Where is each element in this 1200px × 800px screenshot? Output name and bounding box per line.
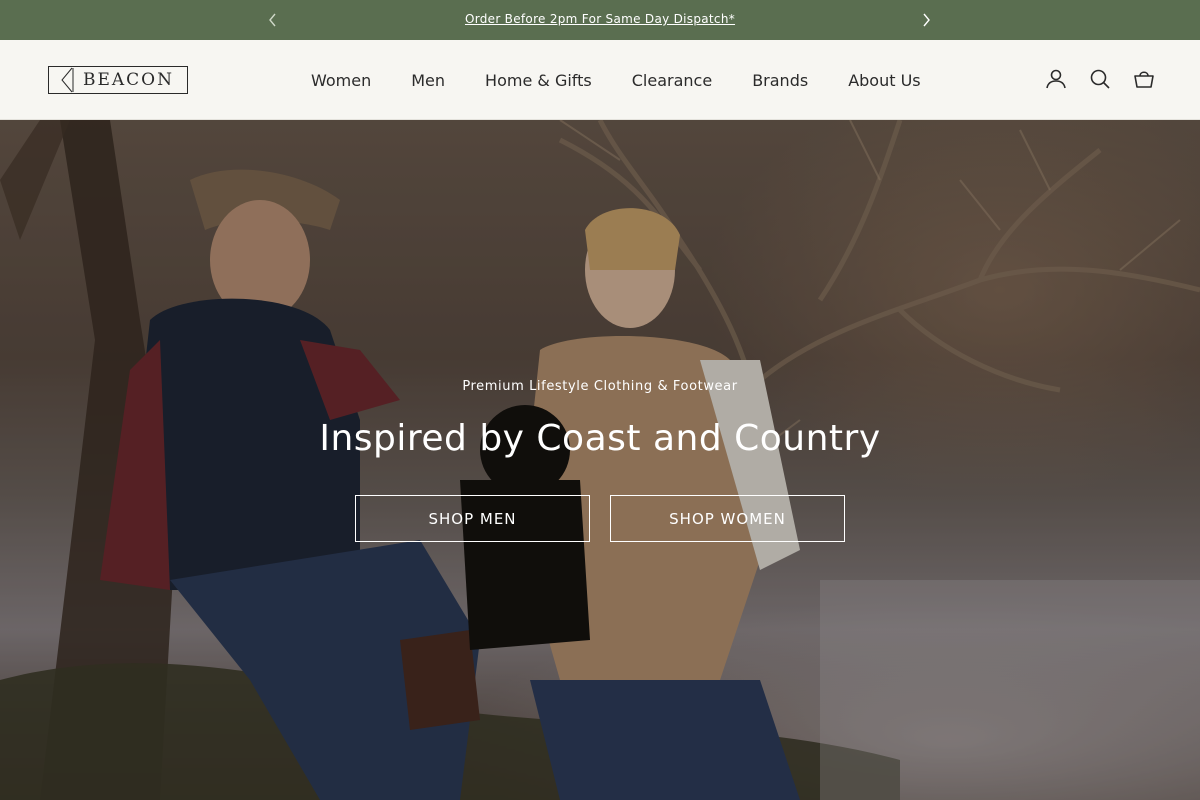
nav-about-us[interactable]: About Us (828, 71, 940, 90)
hero-banner: Premium Lifestyle Clothing & Footwear In… (0, 120, 1200, 800)
main-nav: Women Men Home & Gifts Clearance Brands … (291, 40, 941, 120)
nav-clearance[interactable]: Clearance (612, 71, 732, 90)
announcement-text: Order Before 2pm For Same Day Dispatch* (0, 12, 1200, 26)
announcement-link[interactable]: Order Before 2pm For Same Day Dispatch* (465, 12, 735, 26)
nav-women[interactable]: Women (291, 71, 391, 90)
announcement-bar: Order Before 2pm For Same Day Dispatch* (0, 0, 1200, 40)
search-icon[interactable] (1088, 67, 1112, 91)
basket-icon[interactable] (1132, 67, 1156, 91)
nav-men[interactable]: Men (391, 71, 465, 90)
nav-home-gifts[interactable]: Home & Gifts (465, 71, 612, 90)
account-icon[interactable] (1044, 67, 1068, 91)
header-icons (1044, 67, 1156, 91)
logo[interactable]: BEACON (48, 66, 188, 94)
hero-title: Inspired by Coast and Country (319, 418, 881, 459)
logo-chevron-icon (61, 67, 74, 93)
shop-men-button[interactable]: SHOP MEN (355, 495, 590, 542)
hero-overlay (0, 120, 1200, 800)
site-header: BEACON Women Men Home & Gifts Clearance … (0, 40, 1200, 120)
hero-subtitle: Premium Lifestyle Clothing & Footwear (462, 379, 738, 394)
chevron-right-icon[interactable] (914, 8, 938, 32)
shop-women-button[interactable]: SHOP WOMEN (610, 495, 845, 542)
logo-text: BEACON (83, 70, 174, 90)
nav-brands[interactable]: Brands (732, 71, 828, 90)
